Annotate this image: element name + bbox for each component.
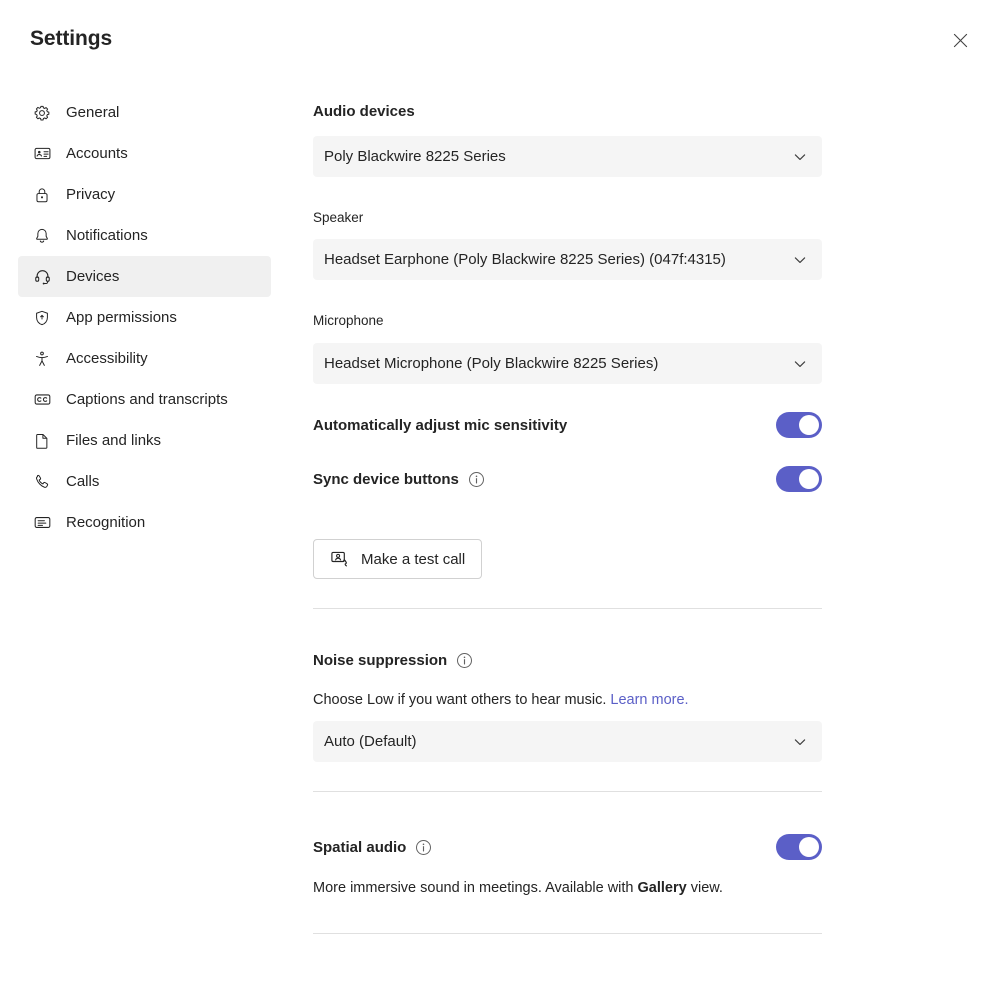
spatial-audio-help: More immersive sound in meetings. Availa… — [313, 880, 723, 896]
close-icon[interactable] — [944, 24, 976, 56]
auto-adjust-mic-toggle[interactable] — [776, 412, 822, 438]
sidebar-item-label: Privacy — [66, 186, 116, 203]
settings-sidebar: General Accounts Privacy Notifications D… — [18, 92, 271, 543]
accessibility-icon — [32, 349, 52, 369]
sidebar-item-app-permissions[interactable]: App permissions — [18, 297, 271, 338]
spatial-audio-heading: Spatial audio — [313, 838, 407, 856]
noise-suppression-help: Choose Low if you want others to hear mu… — [313, 692, 689, 708]
sidebar-item-label: Files and links — [66, 432, 162, 449]
gear-icon — [32, 103, 52, 123]
noise-suppression-dropdown[interactable]: Auto (Default) — [313, 721, 822, 762]
toggle-knob — [799, 837, 819, 857]
noise-suppression-heading-group: Noise suppression — [313, 652, 473, 669]
phone-icon — [32, 472, 52, 492]
sidebar-item-label: Accessibility — [66, 350, 148, 367]
audio-device-value: Poly Blackwire 8225 Series — [324, 148, 506, 165]
microphone-value: Headset Microphone (Poly Blackwire 8225 … — [324, 355, 659, 372]
audio-device-dropdown[interactable]: Poly Blackwire 8225 Series — [313, 136, 822, 177]
sidebar-item-label: General — [66, 104, 120, 121]
sidebar-item-label: Captions and transcripts — [66, 391, 228, 408]
spatial-audio-row: Spatial audio — [313, 834, 822, 860]
sidebar-item-captions-and-transcripts[interactable]: Captions and transcripts — [18, 379, 271, 420]
cc-icon — [32, 390, 52, 410]
chevron-down-icon — [792, 149, 808, 165]
bell-icon — [32, 226, 52, 246]
sidebar-item-accessibility[interactable]: Accessibility — [18, 338, 271, 379]
sidebar-item-general[interactable]: General — [18, 92, 271, 133]
noise-suppression-learn-more-link[interactable]: Learn more. — [610, 692, 688, 708]
video-person-call-icon — [330, 549, 350, 569]
toggle-knob — [799, 415, 819, 435]
sync-device-buttons-label: Sync device buttons — [313, 470, 459, 488]
sidebar-item-label: App permissions — [66, 309, 177, 326]
speaker-value: Headset Earphone (Poly Blackwire 8225 Se… — [324, 251, 726, 268]
divider — [313, 791, 822, 792]
sidebar-item-label: Accounts — [66, 145, 128, 162]
noise-suppression-heading: Noise suppression — [313, 652, 448, 669]
spatial-audio-help-bold: Gallery — [637, 880, 687, 896]
noise-suppression-value: Auto (Default) — [324, 733, 417, 750]
microphone-dropdown[interactable]: Headset Microphone (Poly Blackwire 8225 … — [313, 343, 822, 384]
make-test-call-label: Make a test call — [361, 550, 466, 568]
sidebar-item-label: Notifications — [66, 227, 148, 244]
make-test-call-button[interactable]: Make a test call — [313, 539, 483, 579]
document-icon — [32, 431, 52, 451]
settings-window: Settings General Accounts Privacy Notifi… — [0, 0, 988, 999]
chevron-down-icon — [792, 252, 808, 268]
sync-device-buttons-toggle[interactable] — [776, 466, 822, 492]
divider — [313, 608, 822, 609]
sidebar-item-files-and-links[interactable]: Files and links — [18, 420, 271, 461]
sidebar-item-privacy[interactable]: Privacy — [18, 174, 271, 215]
headset-icon — [32, 267, 52, 287]
id-card-icon — [32, 144, 52, 164]
sidebar-item-label: Calls — [66, 473, 100, 490]
noise-suppression-help-text: Choose Low if you want others to hear mu… — [313, 692, 607, 708]
auto-adjust-mic-label: Automatically adjust mic sensitivity — [313, 416, 568, 434]
sidebar-item-label: Recognition — [66, 514, 146, 531]
sidebar-item-accounts[interactable]: Accounts — [18, 133, 271, 174]
chevron-down-icon — [792, 734, 808, 750]
sync-device-buttons-row: Sync device buttons — [313, 466, 822, 492]
sidebar-item-notifications[interactable]: Notifications — [18, 215, 271, 256]
recognition-icon — [32, 513, 52, 533]
info-icon[interactable] — [468, 471, 485, 488]
sidebar-item-devices[interactable]: Devices — [18, 256, 271, 297]
lock-icon — [32, 185, 52, 205]
page-title: Settings — [30, 27, 113, 50]
auto-adjust-mic-row: Automatically adjust mic sensitivity — [313, 412, 822, 438]
sidebar-item-recognition[interactable]: Recognition — [18, 502, 271, 543]
speaker-dropdown[interactable]: Headset Earphone (Poly Blackwire 8225 Se… — [313, 239, 822, 280]
spatial-audio-toggle[interactable] — [776, 834, 822, 860]
toggle-knob — [799, 469, 819, 489]
info-icon[interactable] — [415, 839, 432, 856]
divider — [313, 933, 822, 934]
sidebar-item-label: Devices — [66, 268, 120, 285]
audio-devices-heading: Audio devices — [313, 103, 415, 120]
microphone-label: Microphone — [313, 313, 384, 328]
shield-icon — [32, 308, 52, 328]
spatial-audio-help-prefix: More immersive sound in meetings. Availa… — [313, 880, 638, 896]
sidebar-item-calls[interactable]: Calls — [18, 461, 271, 502]
speaker-label: Speaker — [313, 210, 364, 225]
spatial-audio-help-suffix: view. — [686, 880, 723, 896]
sync-device-buttons-label-group: Sync device buttons — [313, 471, 485, 488]
info-icon[interactable] — [456, 652, 473, 669]
spatial-audio-heading-group: Spatial audio — [313, 839, 432, 856]
chevron-down-icon — [792, 356, 808, 372]
